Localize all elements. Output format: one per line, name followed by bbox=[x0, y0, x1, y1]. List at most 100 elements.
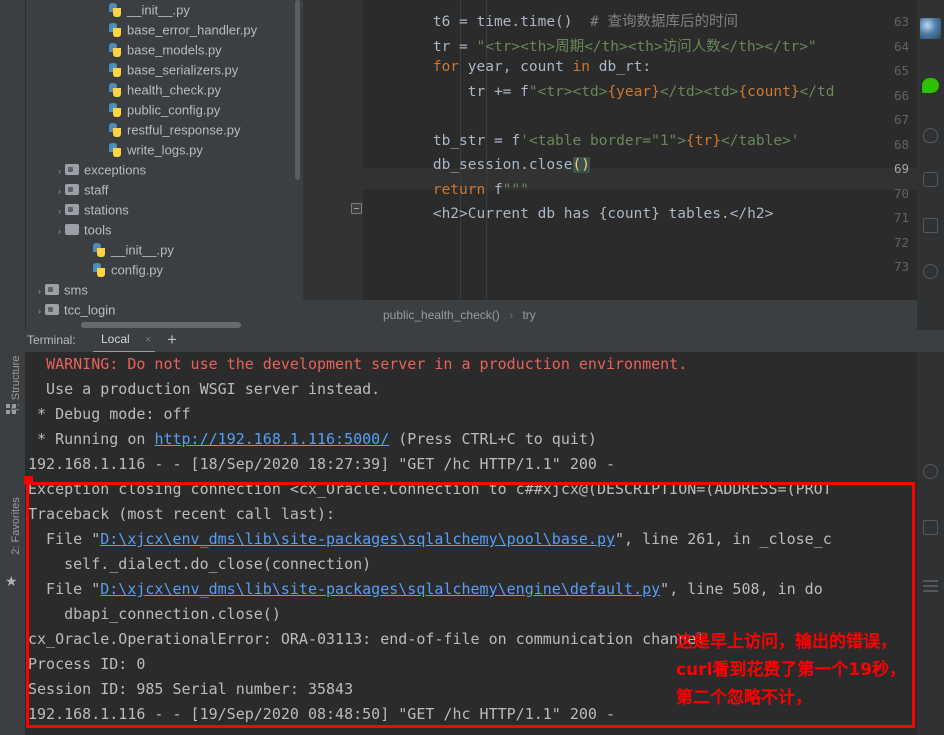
code-editor[interactable]: 63 64 65 66 67 68 69 70 71 72 73 t6 = time.time() … bbox=[303, 0, 917, 330]
add-terminal-icon[interactable]: + bbox=[167, 330, 177, 350]
code-line[interactable]: return f""" bbox=[363, 182, 529, 198]
sidebar-item-structure[interactable]: 7: Structure bbox=[10, 344, 22, 424]
tree-item[interactable]: › exceptions bbox=[26, 160, 303, 180]
tree-item[interactable]: base_error_handler.py bbox=[26, 20, 303, 40]
editor-fold-column bbox=[349, 0, 363, 300]
tree-item-label: tcc_login bbox=[64, 302, 116, 318]
globe-search-icon[interactable] bbox=[920, 18, 941, 39]
python-file-icon bbox=[92, 263, 108, 277]
terminal-text: ", line 508, in do bbox=[660, 580, 823, 598]
terminal-line: WARNING: Do not use the development serv… bbox=[28, 355, 687, 373]
code-line[interactable]: tr += f"<tr><td>{year}</td><td>{count}</… bbox=[363, 84, 835, 100]
desktop-dock-top[interactable] bbox=[917, 0, 944, 330]
folder-icon bbox=[65, 183, 81, 197]
contact-icon[interactable] bbox=[923, 128, 938, 143]
star-icon[interactable]: ★ bbox=[5, 574, 18, 588]
tree-vertical-scrollbar[interactable] bbox=[295, 0, 300, 180]
breadcrumb-separator-icon: › bbox=[509, 308, 514, 322]
chevron-right-icon[interactable]: › bbox=[54, 221, 65, 241]
code-line[interactable]: db_session.close() bbox=[363, 157, 590, 173]
chevron-right-icon[interactable]: › bbox=[54, 161, 65, 181]
box-icon[interactable] bbox=[923, 172, 938, 187]
menu-icon[interactable] bbox=[923, 578, 938, 593]
code-fold-marker[interactable] bbox=[351, 203, 362, 214]
chevron-right-icon[interactable]: › bbox=[34, 301, 45, 321]
circle-icon[interactable] bbox=[923, 464, 938, 479]
folder-icon bbox=[45, 303, 61, 317]
tree-item[interactable]: write_logs.py bbox=[26, 140, 303, 160]
tree-item[interactable]: config.py bbox=[26, 260, 303, 280]
tree-item[interactable]: › staff bbox=[26, 180, 303, 200]
share-icon[interactable] bbox=[923, 264, 938, 279]
terminal-line: Exception closing connection <cx_Oracle.… bbox=[28, 480, 832, 498]
terminal-text: 192.168.1.116 - - [18/Sep/2020 18:27:39]… bbox=[28, 455, 615, 473]
python-file-icon bbox=[108, 43, 124, 57]
code-line[interactable]: for year, count in db_rt: bbox=[363, 59, 651, 75]
note-icon[interactable] bbox=[923, 520, 938, 535]
list-icon[interactable] bbox=[923, 218, 938, 233]
terminal-text: File " bbox=[28, 580, 101, 598]
chevron-right-icon[interactable]: › bbox=[34, 281, 45, 301]
folder-icon bbox=[65, 203, 81, 217]
tree-item[interactable]: › tools bbox=[26, 220, 303, 240]
line-number: 70 bbox=[893, 185, 909, 201]
folder-icon bbox=[45, 283, 61, 297]
terminal-tab-local[interactable]: Local bbox=[97, 332, 134, 352]
tree-item[interactable]: base_serializers.py bbox=[26, 60, 303, 80]
ide-top-area: __init__.py base_error_handler.py base_mod… bbox=[0, 0, 944, 330]
chevron-right-icon[interactable]: › bbox=[54, 201, 65, 221]
terminal-label: Terminal: bbox=[27, 333, 76, 347]
python-file-icon bbox=[108, 63, 124, 77]
tree-item[interactable]: › stations bbox=[26, 200, 303, 220]
tree-item[interactable]: __init__.py bbox=[26, 240, 303, 260]
python-file-icon bbox=[92, 243, 108, 257]
close-icon[interactable]: × bbox=[145, 334, 151, 346]
desktop-dock-bottom[interactable] bbox=[917, 352, 944, 735]
folder-open-icon bbox=[65, 223, 81, 237]
breadcrumb[interactable]: public_health_check() › try bbox=[303, 300, 917, 330]
terminal-line: * Running on http://192.168.1.116:5000/ … bbox=[28, 430, 597, 448]
python-file-icon bbox=[108, 123, 124, 137]
python-file-icon bbox=[108, 143, 124, 157]
tree-item[interactable]: base_models.py bbox=[26, 40, 303, 60]
terminal-line: 192.168.1.116 - - [19/Sep/2020 08:48:50]… bbox=[28, 705, 615, 723]
breadcrumb-function[interactable]: public_health_check() bbox=[383, 308, 500, 322]
sidebar-item-favorites[interactable]: 2: Favorites bbox=[10, 486, 22, 566]
code-line[interactable]: tb_str = f'<table border="1">{tr}</table… bbox=[363, 133, 800, 149]
tree-item[interactable]: restful_response.py bbox=[26, 120, 303, 140]
terminal-text: * Debug mode: off bbox=[28, 405, 191, 423]
tree-item[interactable]: › tcc_login bbox=[26, 300, 303, 320]
terminal-link[interactable]: D:\xjcx\env_dms\lib\site-packages\sqlalc… bbox=[100, 530, 615, 548]
terminal-text: ", line 261, in _close_c bbox=[615, 530, 832, 548]
python-file-icon bbox=[108, 3, 124, 17]
tree-item-label: tools bbox=[84, 222, 112, 238]
editor-gutter bbox=[303, 0, 349, 300]
tree-item[interactable]: public_config.py bbox=[26, 100, 303, 120]
terminal-link[interactable]: D:\xjcx\env_dms\lib\site-packages\sqlalc… bbox=[100, 580, 660, 598]
terminal-line: Session ID: 985 Serial number: 35843 bbox=[28, 680, 353, 698]
tree-item-label: health_check.py bbox=[127, 82, 221, 98]
tree-item-label: __init__.py bbox=[111, 242, 174, 258]
tree-item-label: staff bbox=[84, 182, 109, 198]
wechat-icon[interactable] bbox=[922, 78, 939, 93]
terminal-text: * Running on bbox=[28, 430, 155, 448]
terminal-link[interactable]: http://192.168.1.116:5000/ bbox=[154, 430, 389, 448]
terminal-line: File "D:\xjcx\env_dms\lib\site-packages\… bbox=[28, 530, 832, 548]
project-tree-panel[interactable]: __init__.py base_error_handler.py base_mod… bbox=[26, 0, 303, 330]
tree-item[interactable]: › sms bbox=[26, 280, 303, 300]
terminal-text: Use a production WSGI server instead. bbox=[28, 380, 381, 398]
warning-text: WARNING: Do not use the development serv… bbox=[46, 355, 688, 373]
code-line[interactable]: t6 = time.time() # 查询数据库后的时间 bbox=[363, 10, 738, 31]
python-file-icon bbox=[108, 103, 124, 117]
tree-horizontal-scrollbar[interactable] bbox=[81, 322, 241, 328]
terminal-text: Exception closing connection <cx_Oracle.… bbox=[28, 480, 832, 498]
tree-item[interactable]: __init__.py bbox=[26, 0, 303, 20]
line-number: 63 bbox=[893, 14, 909, 29]
tree-item[interactable]: health_check.py bbox=[26, 80, 303, 100]
breadcrumb-scope[interactable]: try bbox=[522, 308, 535, 322]
terminal-line: dbapi_connection.close() bbox=[28, 605, 281, 623]
code-line[interactable]: <h2>Current db has {count} tables.</h2> bbox=[363, 206, 773, 222]
left-tool-strip-bottom: 7: Structure 2: Favorites ★ bbox=[0, 352, 26, 735]
chevron-right-icon[interactable]: › bbox=[54, 181, 65, 201]
code-line[interactable]: tr = "<tr><th>周期</th><th>访问人数</th></tr>" bbox=[363, 35, 817, 56]
